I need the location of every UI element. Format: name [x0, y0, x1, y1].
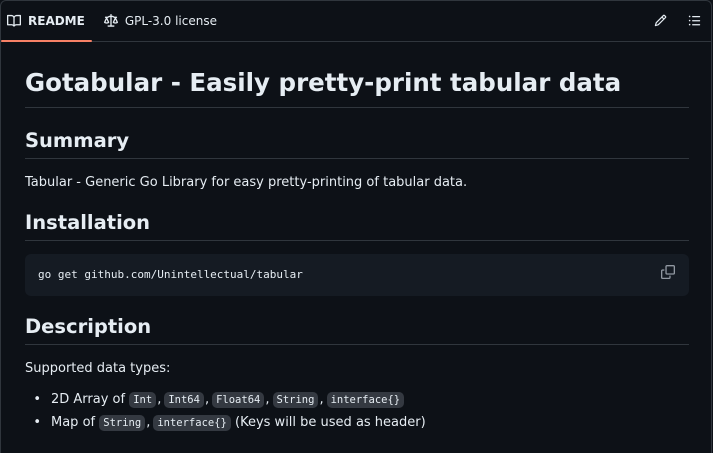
list-item-text: Map of: [51, 415, 96, 430]
pencil-icon: [654, 12, 667, 31]
readme-title: Gotabular - Easily pretty-print tabular …: [25, 68, 622, 97]
installation-divider: [25, 240, 689, 241]
install-command: go get github.com/Unintellectual/tabular: [38, 268, 303, 281]
inline-code: Float64: [212, 391, 265, 408]
install-code-block: go get github.com/Unintellectual/tabular: [25, 254, 689, 296]
inline-code: Int64: [164, 391, 204, 408]
list-item-text: (Keys will be used as header): [235, 415, 426, 430]
description-divider: [25, 344, 689, 345]
summary-text: Tabular - Generic Go Library for easy pr…: [25, 175, 468, 190]
data-types-list: 2D Array of Int, Int64, Float64, String,…: [25, 388, 426, 434]
list-unordered-icon: [688, 12, 701, 31]
list-item: Map of String, interface{} (Keys will be…: [25, 411, 426, 434]
list-item-text: 2D Array of: [51, 392, 126, 407]
tab-license-label: GPL-3.0 license: [124, 14, 217, 28]
copy-button[interactable]: [661, 264, 677, 280]
description-heading: Description: [25, 315, 152, 338]
book-icon: [7, 14, 21, 28]
list-item: 2D Array of Int, Int64, Float64, String,…: [25, 388, 426, 411]
inline-code: Int: [129, 391, 157, 408]
summary-heading: Summary: [25, 129, 130, 152]
inline-code: interface{}: [153, 414, 231, 431]
copy-icon: [661, 264, 675, 283]
tab-license[interactable]: GPL-3.0 license: [96, 1, 225, 41]
installation-heading: Installation: [25, 211, 151, 234]
summary-divider: [25, 158, 689, 159]
bullet: [25, 415, 51, 430]
inline-code: String: [99, 414, 146, 431]
inline-code: String: [272, 391, 319, 408]
readme-panel: README GPL-3.0 license Gotabular - Easil…: [0, 0, 712, 453]
bullet: [25, 392, 51, 407]
outline-button[interactable]: [677, 1, 711, 41]
description-text: Supported data types:: [25, 361, 171, 376]
title-divider: [25, 107, 689, 108]
readme-actions: [643, 1, 711, 41]
inline-code: interface{}: [326, 391, 405, 408]
tab-readme[interactable]: README: [1, 1, 92, 42]
edit-readme-button[interactable]: [643, 1, 677, 41]
tab-readme-label: README: [28, 14, 85, 28]
law-scale-icon: [103, 14, 118, 28]
readme-tab-bar: README GPL-3.0 license: [1, 1, 711, 42]
